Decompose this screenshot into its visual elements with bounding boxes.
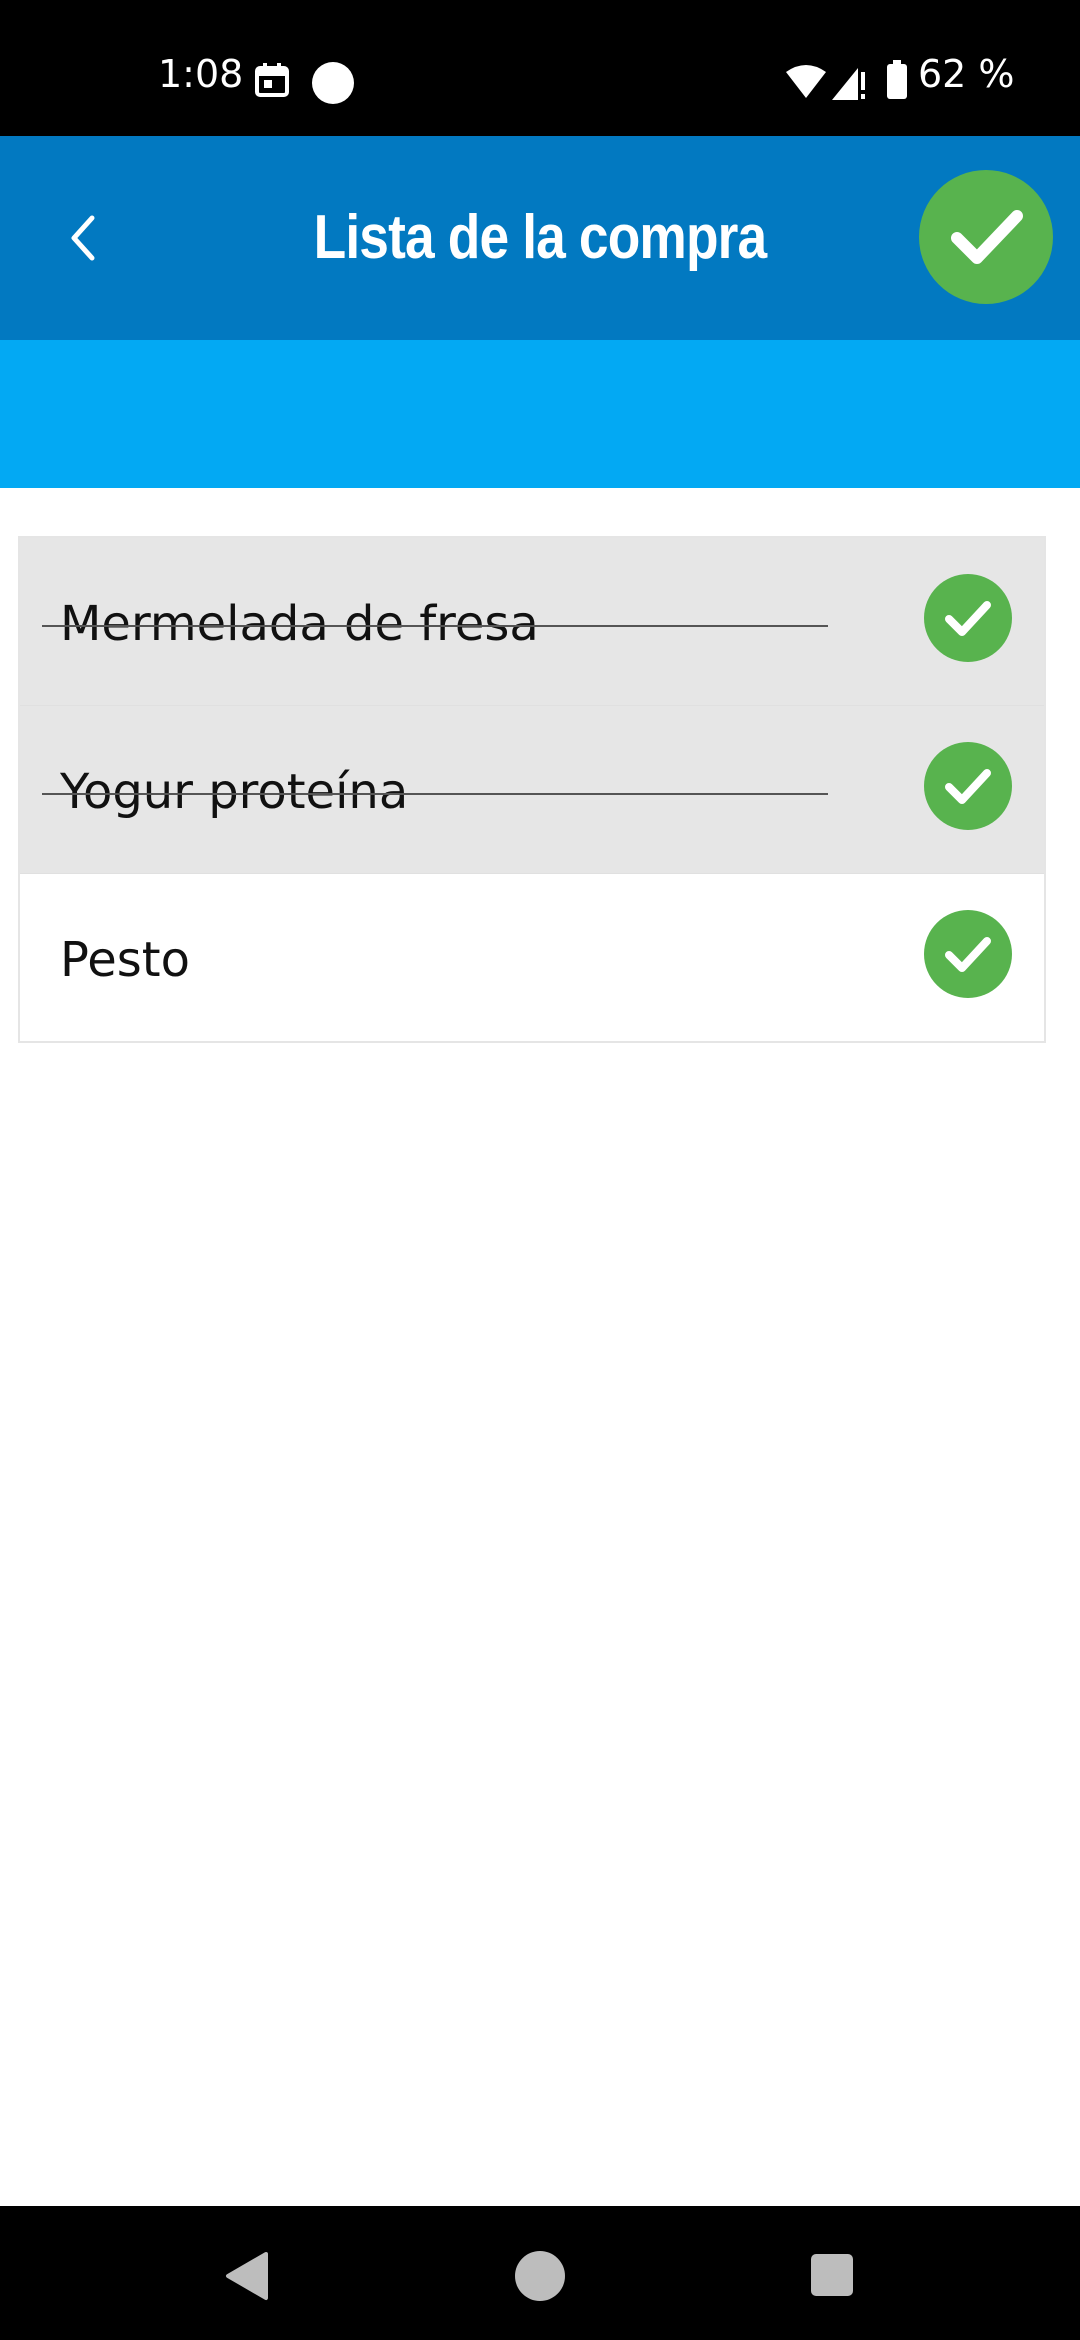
- status-bar: 1:08 62 %: [0, 0, 1080, 136]
- battery-icon: [887, 60, 907, 99]
- circle-notification-icon: [312, 62, 354, 104]
- shopping-list: Mermelada de fresa Yogur proteína Pesto: [18, 536, 1046, 1043]
- chevron-left-icon[interactable]: [56, 202, 112, 274]
- item-label: Yogur proteína: [60, 764, 409, 820]
- check-icon: [945, 937, 991, 972]
- nav-back-icon[interactable]: [222, 2250, 272, 2302]
- check-icon: [951, 210, 1023, 264]
- check-icon: [945, 601, 991, 636]
- strikethrough-line: [42, 625, 828, 627]
- check-icon: [945, 769, 991, 804]
- status-time: 1:08: [158, 52, 244, 96]
- item-label: Pesto: [60, 932, 190, 988]
- strikethrough-line: [42, 793, 828, 795]
- subheader-band: [0, 340, 1080, 488]
- list-item[interactable]: Mermelada de fresa: [20, 538, 1044, 706]
- list-item[interactable]: Pesto: [20, 874, 1044, 1041]
- nav-recents-icon[interactable]: [811, 2254, 853, 2296]
- list-item[interactable]: Yogur proteína: [20, 706, 1044, 874]
- app-bar: Lista de la compra: [0, 136, 1080, 340]
- navigation-bar: [0, 2206, 1080, 2340]
- confirm-button[interactable]: [919, 170, 1053, 304]
- item-check-button[interactable]: [924, 910, 1012, 998]
- page-title: Lista de la compra: [313, 203, 768, 272]
- battery-percent: 62 %: [918, 52, 1015, 96]
- calendar-icon: [255, 63, 289, 97]
- nav-home-icon[interactable]: [515, 2251, 565, 2301]
- item-label: Mermelada de fresa: [60, 596, 539, 652]
- item-check-button[interactable]: [924, 574, 1012, 662]
- wifi-icon: [786, 65, 826, 98]
- cell-signal-icon: [832, 68, 865, 100]
- item-check-button[interactable]: [924, 742, 1012, 830]
